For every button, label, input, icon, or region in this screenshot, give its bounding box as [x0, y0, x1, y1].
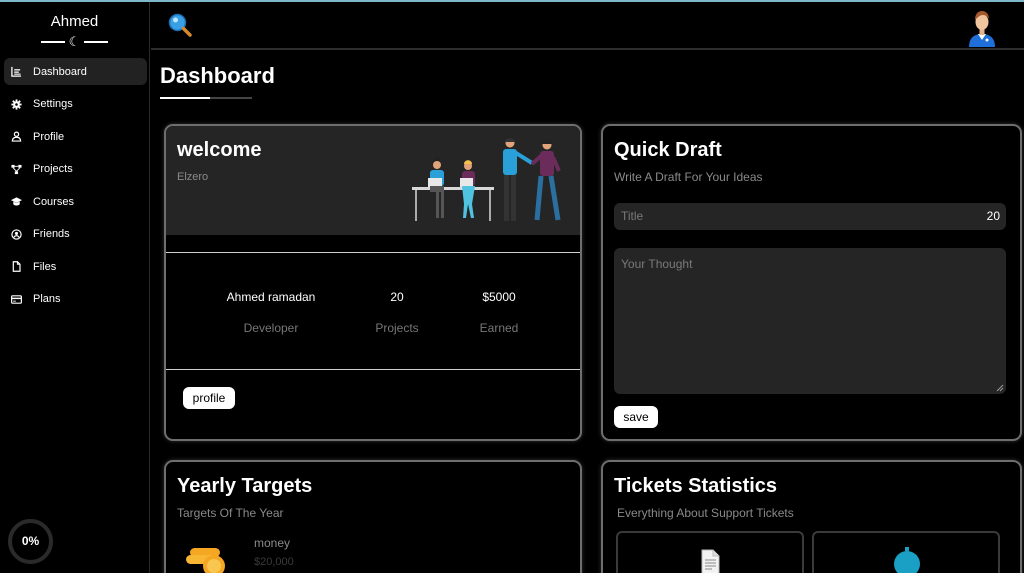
tickets-subtitle: Everything About Support Tickets	[617, 506, 794, 520]
brand-mark: ☾	[0, 35, 149, 48]
welcome-divider-top	[166, 252, 580, 253]
brand-line-right	[84, 40, 109, 43]
document-icon	[701, 549, 720, 573]
sidebar-item-profile[interactable]: Profile	[4, 123, 147, 150]
stat-name: Ahmed ramadan Developer	[211, 290, 331, 335]
progress-circle: 0%	[7, 518, 54, 565]
brand-line-left	[40, 40, 65, 43]
draft-thought-textarea[interactable]: Your Thought	[614, 248, 1006, 394]
sidebar-item-label: Files	[33, 260, 57, 273]
ticket-box-total	[616, 531, 804, 573]
draft-thought-placeholder: Your Thought	[621, 257, 693, 271]
sidebar-item-label: Profile	[33, 130, 65, 143]
stat-earned: $5000 Earned	[439, 290, 559, 335]
welcome-subtitle: Elzero	[177, 171, 209, 183]
sidebar-item-plans[interactable]: Plans	[4, 286, 147, 313]
sidebar-item-projects[interactable]: Projects	[4, 156, 147, 183]
welcome-card: welcome Elzero Ahmed ramadan Developer 2…	[164, 124, 582, 441]
stat-label: Developer	[243, 321, 299, 335]
sidebar-item-label: Plans	[33, 293, 61, 305]
underline-secondary	[210, 97, 252, 99]
top-header	[151, 2, 1024, 50]
file-icon	[10, 261, 22, 273]
ticket-box-pending	[812, 531, 1000, 573]
targets-title: Yearly Targets	[177, 475, 313, 497]
page-title-underline	[160, 97, 252, 99]
targets-subtitle: Targets Of The Year	[177, 506, 284, 520]
resize-handle-icon[interactable]	[996, 384, 1004, 392]
moon-icon[interactable]: ☾	[69, 35, 81, 48]
target-value: $20,000	[254, 556, 294, 568]
tickets-statistics-card: Tickets Statistics Everything About Supp…	[601, 460, 1022, 573]
team-illustration	[410, 135, 574, 227]
profile-button[interactable]: profile	[183, 387, 235, 409]
sidebar-item-label: Projects	[33, 163, 73, 175]
gear-icon	[10, 98, 22, 110]
sidebar-item-label: Friends	[33, 228, 70, 240]
sidebar-item-label: Dashboard	[33, 65, 87, 78]
user-icon	[10, 131, 22, 143]
draft-subtitle: Write A Draft For Your Ideas	[614, 170, 763, 184]
sidebar-item-dashboard[interactable]: Dashboard	[4, 58, 147, 85]
welcome-divider-bottom	[166, 369, 580, 370]
stopwatch-icon	[894, 547, 920, 573]
sidebar-item-courses[interactable]: Courses	[4, 188, 147, 215]
draft-title-input[interactable]: Title 20	[614, 203, 1006, 230]
draft-title-placeholder: Title	[621, 209, 644, 223]
underline-primary	[160, 97, 210, 99]
sidebar-nav: Dashboard Settings Profile Projects Cour…	[0, 58, 149, 313]
tickets-title: Tickets Statistics	[614, 475, 778, 497]
sidebar-item-label: Settings	[33, 98, 73, 110]
progress-label: 0%	[21, 534, 40, 548]
chart-area-icon	[10, 66, 22, 78]
stat-value: $5000	[482, 290, 516, 304]
user-circle-icon	[10, 228, 22, 240]
avatar-icon[interactable]	[966, 7, 998, 47]
credit-card-icon	[10, 293, 22, 305]
page-title: Dashboard	[160, 63, 275, 88]
sidebar: Ahmed ☾ Dashboard Settings Profile Proje…	[0, 2, 150, 573]
welcome-header: welcome Elzero	[166, 126, 580, 235]
search-icon[interactable]	[167, 12, 193, 38]
target-name: money	[254, 536, 291, 550]
draft-title: Quick Draft	[614, 139, 722, 161]
brand-name: Ahmed	[50, 13, 99, 30]
sidebar-item-files[interactable]: Files	[4, 253, 147, 280]
stat-value: Ahmed ramadan	[226, 290, 316, 304]
money-icon	[186, 542, 234, 573]
sidebar-item-friends[interactable]: Friends	[4, 221, 147, 248]
draft-title-count: 20	[986, 209, 1000, 223]
graduation-cap-icon	[10, 196, 22, 208]
stat-label: Earned	[479, 321, 519, 335]
diagram-icon	[10, 163, 22, 175]
welcome-title: welcome	[177, 139, 262, 161]
yearly-targets-card: Yearly Targets Targets Of The Year money…	[164, 460, 582, 573]
quick-draft-card: Quick Draft Write A Draft For Your Ideas…	[601, 124, 1022, 441]
sidebar-item-settings[interactable]: Settings	[4, 91, 147, 118]
save-button[interactable]: save	[614, 406, 658, 428]
sidebar-item-label: Courses	[33, 195, 74, 208]
